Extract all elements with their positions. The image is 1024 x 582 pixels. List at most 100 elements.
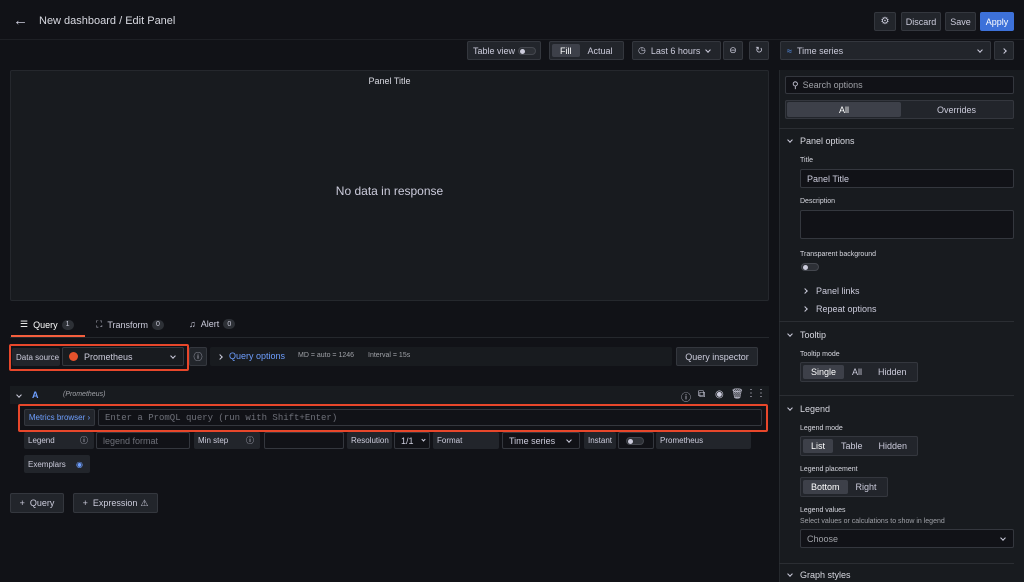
legend-hidden-option[interactable]: Hidden (871, 439, 916, 453)
add-query-button[interactable]: + Query (10, 493, 64, 513)
query-options-link[interactable]: Query options (229, 351, 285, 361)
apply-button[interactable]: Apply (980, 12, 1014, 31)
legend-format-input[interactable]: legend format (96, 432, 190, 449)
query-letter[interactable]: A (32, 390, 39, 400)
zoom-out-button[interactable]: ⊖ (723, 41, 743, 60)
duplicate-icon[interactable]: ⧉ (698, 389, 705, 400)
panel-title: Panel Title (368, 76, 411, 86)
database-icon: ☰ (20, 319, 29, 329)
legend-placement-toggle[interactable]: Bottom Right (800, 477, 888, 497)
expand-options-button[interactable] (994, 41, 1014, 60)
min-step-input[interactable] (264, 432, 344, 449)
panel-options-section[interactable]: Panel options (787, 136, 855, 146)
description-textarea[interactable] (800, 210, 1014, 239)
chevron-down-icon (787, 330, 793, 337)
overrides-option[interactable]: Overrides (901, 102, 1012, 117)
placement-right-option[interactable]: Right (848, 480, 885, 494)
tooltip-mode-toggle[interactable]: Single All Hidden (800, 362, 918, 382)
settings-gear-button[interactable]: ⚙ (874, 12, 896, 31)
search-options-input[interactable]: ⚲ Search options (785, 76, 1014, 94)
legend-list-option[interactable]: List (803, 439, 834, 453)
chevron-down-icon (1000, 535, 1006, 541)
exemplars-toggle[interactable]: Exemplars ◉ (24, 455, 90, 473)
legend-mode-label: Legend mode (800, 425, 843, 432)
description-label: Description (800, 198, 836, 205)
info-icon: ⓘ (246, 436, 254, 445)
plus-icon: + (82, 498, 88, 508)
format-select[interactable]: Time series (502, 432, 580, 449)
title-input[interactable]: Panel Title (800, 169, 1014, 188)
tooltip-all-option[interactable]: All (844, 365, 870, 379)
transform-icon: ⛶ (96, 319, 103, 329)
gear-icon: ⚙ (880, 16, 890, 27)
chevron-right-icon (802, 306, 808, 312)
tab-count: 0 (223, 319, 236, 329)
fill-option[interactable]: Fill (552, 44, 580, 57)
graph-styles-divider (779, 563, 1014, 564)
discard-button[interactable]: Discard (901, 12, 941, 31)
page-title: New dashboard / Edit Panel (39, 15, 176, 27)
exemplars-label: Exemplars (28, 459, 66, 469)
placement-bottom-option[interactable]: Bottom (803, 480, 848, 494)
graph-styles-section[interactable]: Graph styles (787, 570, 851, 580)
tooltip-single-option[interactable]: Single (803, 365, 845, 379)
no-data-message: No data in response (335, 184, 444, 198)
resolution-select[interactable]: 1/1 (394, 432, 430, 449)
panel-links-section[interactable]: Panel links (802, 286, 860, 296)
back-arrow-icon[interactable]: ← (13, 12, 28, 29)
bell-icon: ♫ (189, 319, 196, 329)
actual-option[interactable]: Actual (580, 44, 621, 57)
help-button[interactable]: ⓘ (189, 347, 207, 366)
legend-table-option[interactable]: Table (833, 439, 871, 453)
help-icon[interactable]: ⓘ (681, 389, 691, 404)
save-button[interactable]: Save (945, 12, 976, 31)
tab-label: Alert (200, 319, 220, 329)
tooltip-section[interactable]: Tooltip (787, 330, 827, 340)
md-info: MD = auto = 1246 (298, 352, 355, 359)
legend-mode-toggle[interactable]: List Table Hidden (800, 436, 919, 456)
fill-actual-toggle[interactable]: Fill Actual (549, 41, 624, 60)
tab-transform[interactable]: ⛶ Transform 0 (96, 319, 164, 330)
trash-icon[interactable]: 🗑 (731, 389, 744, 400)
legend-values-description: Select values or calculations to show in… (800, 518, 945, 525)
eye-icon[interactable]: ◉ (715, 389, 724, 400)
legend-placeholder: legend format (103, 435, 159, 446)
all-option[interactable]: All (787, 102, 901, 117)
table-view-switch[interactable] (518, 47, 536, 55)
table-view-toggle[interactable]: Table view (467, 41, 541, 60)
chevron-down-icon (787, 404, 793, 411)
visualization-picker[interactable]: ≈ Time series (780, 41, 991, 60)
choose-placeholder: Choose (807, 533, 839, 544)
tab-alert[interactable]: ♫ Alert 0 (189, 319, 236, 329)
legend-section-label: Legend (800, 404, 831, 414)
drag-handle-icon[interactable]: ⋮⋮ (746, 388, 766, 399)
tooltip-label: Tooltip (800, 330, 827, 340)
chevron-right-icon (802, 288, 808, 294)
title-value: Panel Title (807, 173, 850, 184)
query-ds-name: (Prometheus) (63, 391, 106, 398)
chevron-down-icon (566, 437, 572, 443)
legend-label: Legend ⓘ (24, 432, 94, 449)
eye-icon: ◉ (76, 459, 83, 469)
tooltip-mode-label: Tooltip mode (800, 351, 840, 358)
refresh-button[interactable]: ↻ (749, 41, 769, 60)
legend-values-label: Legend values (800, 507, 846, 514)
instant-toggle-box[interactable] (618, 432, 654, 449)
interval-info: Interval = 15s (368, 352, 411, 359)
panel-links-label: Panel links (816, 286, 860, 296)
tab-query[interactable]: ☰ Query 1 (20, 319, 74, 330)
add-expression-button[interactable]: + Expression ⚠ (73, 493, 158, 513)
query-inspector-button[interactable]: Query inspector (676, 347, 758, 366)
transparent-toggle[interactable] (801, 263, 819, 271)
collapse-chevron[interactable] (16, 389, 22, 399)
panel-preview: Panel Title No data in response (10, 70, 769, 301)
legend-values-select[interactable]: Choose (800, 529, 1014, 548)
all-overrides-toggle[interactable]: All Overrides (785, 100, 1014, 119)
repeat-options-section[interactable]: Repeat options (802, 304, 877, 314)
tooltip-hidden-option[interactable]: Hidden (870, 365, 915, 379)
time-range-picker[interactable]: ◷ Last 6 hours (632, 41, 721, 60)
legend-section[interactable]: Legend (787, 404, 831, 414)
min-step-label: Min step ⓘ (194, 432, 260, 449)
instant-switch[interactable] (626, 437, 644, 445)
search-placeholder: Search options (802, 80, 863, 90)
